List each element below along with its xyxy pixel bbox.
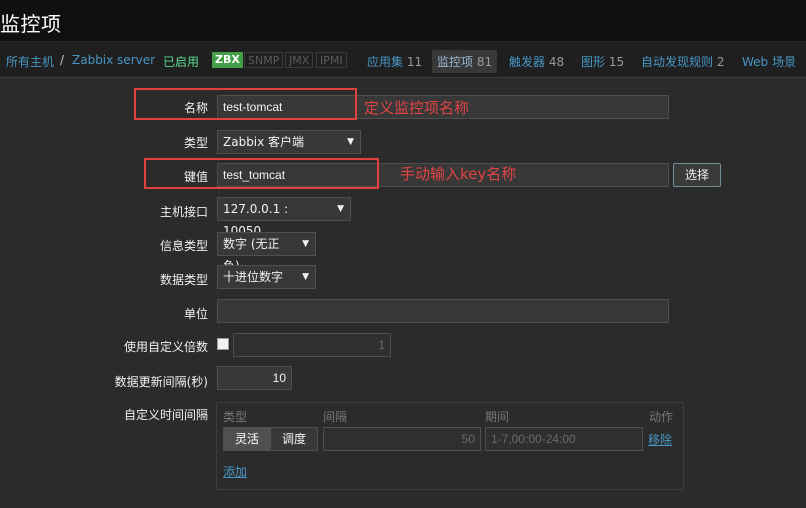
triggers-count: 48 [548, 55, 565, 69]
key-annotation: 手动输入key名称 [400, 165, 517, 183]
type-label: 类型 [183, 136, 208, 150]
col-type-header: 类型 [223, 410, 248, 424]
discovery-count: 2 [716, 55, 725, 69]
all-hosts-link[interactable]: 所有主机 [6, 53, 54, 70]
items-label: 监控项 [437, 55, 474, 69]
scheduling-toggle[interactable]: 调度 [270, 427, 318, 451]
graphs-label: 图形 [581, 55, 606, 69]
remove-interval-link[interactable]: 移除 [648, 431, 672, 448]
triggers-label: 触发器 [509, 55, 546, 69]
info-type-select[interactable]: 数字 (无正负)▼ [217, 232, 316, 273]
applications-link[interactable]: 应用集 11 [367, 53, 422, 70]
chevron-down-icon: ▼ [337, 204, 344, 214]
custom-intervals-label: 自定义时间间隔 [123, 408, 208, 422]
graphs-count: 15 [608, 55, 625, 69]
units-input[interactable] [217, 299, 669, 323]
applications-label: 应用集 [367, 55, 404, 69]
add-interval-link[interactable]: 添加 [223, 463, 247, 480]
flex-interval-input[interactable]: 50 [323, 427, 481, 451]
type-select[interactable]: Zabbix 客户端 ▼ [217, 130, 361, 154]
discovery-label: 自动发现规则 [641, 55, 714, 69]
triggers-link[interactable]: 触发器 48 [509, 53, 564, 70]
host-breadcrumb-nav: 所有主机 / Zabbix server 已启用 ZBX SNMP JMX IP… [0, 42, 806, 78]
custom-intervals-table: 类型 间隔 期间 动作 灵活 调度 50 1-7,00:00-24:00 移除 … [216, 402, 684, 490]
host-interface-label: 主机接口 [159, 205, 208, 219]
data-type-select[interactable]: 十进位数字 ▼ [217, 265, 316, 289]
key-highlight-box [144, 158, 379, 189]
data-type-label: 数据类型 [159, 273, 208, 287]
interval-input[interactable]: 10 [217, 366, 292, 390]
multiplier-input[interactable]: 1 [233, 333, 391, 357]
flexible-toggle[interactable]: 灵活 [223, 427, 271, 451]
units-label: 单位 [183, 307, 208, 321]
col-action-header: 动作 [649, 410, 674, 424]
host-link[interactable]: Zabbix server [72, 53, 155, 67]
info-type-label: 信息类型 [159, 239, 208, 253]
discovery-rules-link[interactable]: 自动发现规则 2 [641, 53, 724, 70]
host-interface-select[interactable]: 127.0.0.1 : 10050 ▼ [217, 197, 351, 238]
web-scenarios-link[interactable]: Web 场景 [742, 53, 796, 70]
status-enabled-link[interactable]: 已启用 [163, 53, 199, 70]
ipmi-availability-badge: IPMI [316, 52, 347, 68]
data-type-value: 十进位数字 [223, 270, 284, 284]
items-tab-active[interactable]: 监控项 81 [432, 50, 498, 73]
multiplier-checkbox[interactable] [217, 338, 229, 350]
type-select-value: Zabbix 客户端 [223, 135, 305, 149]
breadcrumb-separator: / [60, 53, 65, 67]
snmp-availability-badge: SNMP [244, 52, 284, 68]
chevron-down-icon: ▼ [302, 239, 309, 249]
graphs-link[interactable]: 图形 15 [581, 53, 624, 70]
col-interval-header: 间隔 [323, 410, 348, 424]
items-count: 81 [476, 55, 493, 69]
flex-period-input[interactable]: 1-7,00:00-24:00 [485, 427, 643, 451]
chevron-down-icon: ▼ [347, 137, 354, 147]
chevron-down-icon: ▼ [302, 272, 309, 282]
page-title: 监控项 [0, 12, 62, 36]
select-key-button[interactable]: 选择 [673, 163, 721, 187]
applications-count: 11 [406, 55, 423, 69]
zbx-availability-badge: ZBX [212, 52, 243, 68]
col-period-header: 期间 [485, 410, 510, 424]
multiplier-label: 使用自定义倍数 [123, 340, 208, 354]
title-bar: 监控项 [0, 0, 806, 42]
jmx-availability-badge: JMX [285, 52, 314, 68]
name-highlight-box [134, 88, 357, 120]
interval-label: 数据更新间隔(秒) [114, 375, 208, 389]
name-annotation: 定义监控项名称 [364, 99, 470, 117]
